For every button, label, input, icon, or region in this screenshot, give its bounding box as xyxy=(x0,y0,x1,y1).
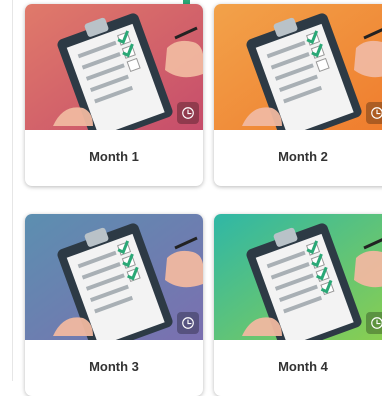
card-title: Month 3 xyxy=(89,358,139,374)
card-thumbnail xyxy=(214,4,382,130)
left-divider xyxy=(12,0,13,381)
clipboard-checklist-icon xyxy=(214,4,382,130)
card-title: Month 2 xyxy=(278,148,328,164)
card-thumbnail xyxy=(214,214,382,340)
card-thumbnail xyxy=(25,214,203,340)
clock-icon[interactable] xyxy=(366,102,382,124)
card-thumbnail xyxy=(25,4,203,130)
clock-icon[interactable] xyxy=(366,312,382,334)
card-title: Month 1 xyxy=(89,148,139,164)
month-card[interactable]: Month 4 xyxy=(214,214,382,396)
clock-icon[interactable] xyxy=(177,312,199,334)
month-card[interactable]: Month 1 xyxy=(25,4,203,186)
card-title: Month 4 xyxy=(278,358,328,374)
month-card[interactable]: Month 3 xyxy=(25,214,203,396)
clock-icon[interactable] xyxy=(177,102,199,124)
month-card[interactable]: Month 2 xyxy=(214,4,382,186)
clipboard-checklist-icon xyxy=(214,214,382,340)
